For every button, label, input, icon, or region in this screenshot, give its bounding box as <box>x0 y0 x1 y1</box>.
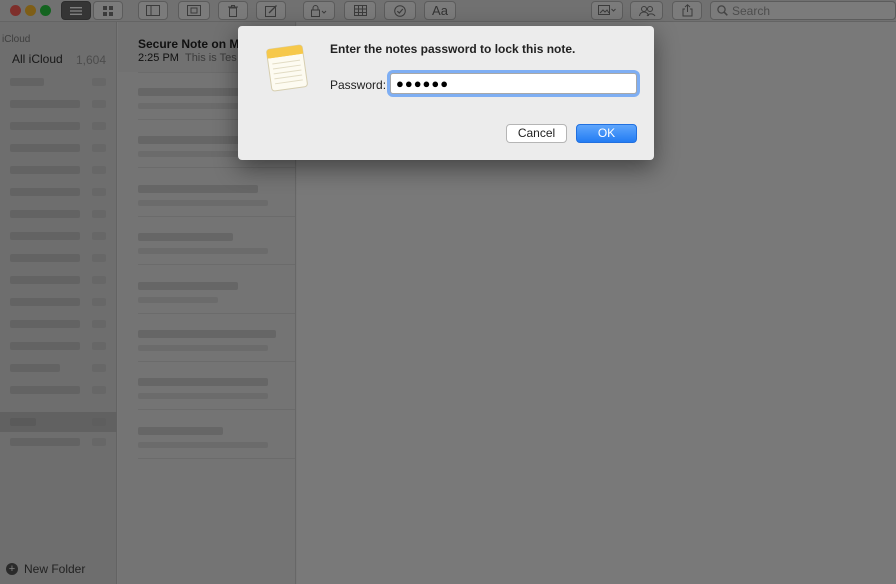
cancel-button[interactable]: Cancel <box>506 124 567 143</box>
ok-button[interactable]: OK <box>576 124 637 143</box>
dialog-title: Enter the notes password to lock this no… <box>330 42 576 56</box>
password-label: Password: <box>330 78 387 92</box>
notes-app-icon <box>266 44 308 92</box>
lock-note-dialog: Enter the notes password to lock this no… <box>238 26 654 160</box>
password-input[interactable]: ●●●●●● <box>390 73 637 94</box>
